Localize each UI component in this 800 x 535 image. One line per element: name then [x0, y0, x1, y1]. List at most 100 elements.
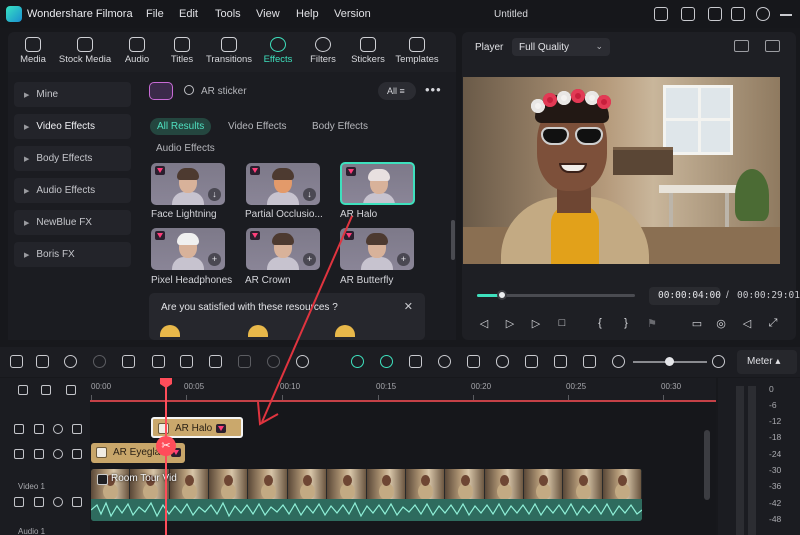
camera-icon[interactable]: ◎ — [714, 317, 728, 330]
video-preview[interactable] — [463, 77, 780, 264]
more-options-icon[interactable]: ••• — [425, 82, 442, 97]
tab-templates[interactable]: Templates — [391, 32, 443, 72]
filter-dropdown[interactable]: All ≡ — [378, 82, 416, 100]
zoom-in-icon[interactable] — [712, 355, 725, 368]
fullscreen-icon[interactable]: ⤢ — [766, 317, 780, 330]
render-icon[interactable] — [409, 355, 422, 368]
menu-view[interactable]: View — [256, 8, 280, 20]
mark-in-icon[interactable]: { — [593, 317, 607, 329]
effect-toggle-icon[interactable] — [72, 497, 82, 507]
eye-icon[interactable] — [53, 424, 63, 434]
account-icon[interactable] — [681, 7, 695, 21]
add-icon[interactable]: + — [397, 253, 410, 266]
close-icon[interactable]: ✕ — [404, 300, 413, 313]
current-time[interactable]: 00:00:04:00 — [649, 287, 721, 305]
magnet-icon[interactable] — [41, 385, 51, 395]
effect-card-ar-halo[interactable] — [340, 162, 415, 205]
timeline-scrollbar[interactable] — [704, 430, 710, 500]
next-frame-icon[interactable]: ▷ — [503, 317, 517, 330]
track-manage-icon[interactable] — [66, 385, 76, 395]
effect-card-face-lightning[interactable]: ↓ — [151, 163, 225, 205]
text-tool-icon[interactable] — [180, 355, 193, 368]
effect-toggle-icon[interactable] — [72, 449, 82, 459]
stop-icon[interactable]: □ — [555, 317, 569, 329]
menu-version[interactable]: Version — [334, 8, 371, 20]
volume-icon[interactable] — [34, 497, 44, 507]
category-audio-effects[interactable]: ▶ Audio Effects — [14, 178, 131, 203]
emoji-rating-icon[interactable] — [248, 325, 268, 337]
effect-card-ar-crown[interactable]: + — [246, 228, 320, 270]
replace-icon[interactable] — [554, 355, 567, 368]
ai-search-icon[interactable] — [149, 82, 173, 100]
layout-icon[interactable] — [708, 7, 722, 21]
search-input[interactable]: AR sticker — [201, 86, 247, 97]
effect-card-ar-butterfly[interactable]: + — [340, 228, 414, 270]
tab-transitions[interactable]: Transitions — [204, 32, 254, 72]
resource-scrollbar[interactable] — [451, 220, 455, 260]
crop-icon[interactable] — [209, 355, 222, 368]
marker-icon[interactable]: ⚑ — [645, 317, 659, 330]
playhead-line[interactable] — [165, 384, 167, 535]
send-icon[interactable] — [654, 7, 668, 21]
lock-icon[interactable] — [14, 424, 24, 434]
snap-icon[interactable] — [380, 355, 393, 368]
save-icon[interactable] — [731, 7, 745, 21]
audio-mix-icon[interactable] — [525, 355, 538, 368]
effect-toggle-icon[interactable] — [72, 424, 82, 434]
tab-all-results[interactable]: All Results — [150, 118, 212, 135]
category-video-effects[interactable]: ▶ Video Effects — [14, 114, 131, 139]
split-icon[interactable] — [152, 355, 165, 368]
snapshot-view-icon[interactable] — [765, 40, 780, 52]
menu-tools[interactable]: Tools — [215, 8, 241, 20]
color-icon[interactable] — [267, 355, 280, 368]
mark-out-icon[interactable]: } — [619, 317, 633, 329]
tab-audio[interactable]: Audio — [113, 32, 161, 72]
effect-card-pixel-headphones[interactable]: + — [151, 228, 225, 270]
add-icon[interactable]: + — [208, 253, 221, 266]
playback-progress-knob[interactable] — [497, 290, 507, 300]
meter-toggle[interactable]: Meter ▴ — [737, 350, 797, 374]
menu-file[interactable]: File — [146, 8, 164, 20]
delete-icon[interactable] — [122, 355, 135, 368]
emoji-rating-icon[interactable] — [335, 325, 355, 337]
category-boris-fx[interactable]: ▶ Boris FX — [14, 242, 131, 267]
link-icon[interactable] — [18, 385, 28, 395]
shield-icon[interactable] — [467, 355, 480, 368]
menu-help[interactable]: Help — [296, 8, 319, 20]
fit-icon[interactable] — [583, 355, 596, 368]
monitor-icon[interactable]: ▭ — [690, 317, 704, 330]
tab-body-effects[interactable]: Body Effects — [312, 121, 368, 132]
auto-highlight-icon[interactable] — [351, 355, 364, 368]
select-tool-icon[interactable] — [36, 355, 49, 368]
volume-icon[interactable] — [34, 424, 44, 434]
tab-titles[interactable]: Titles — [158, 32, 206, 72]
motion-track-icon[interactable] — [438, 355, 451, 368]
grid-view-icon[interactable] — [734, 40, 749, 52]
scissors-icon[interactable]: ✂ — [156, 436, 176, 456]
category-newblue-fx[interactable]: ▶ NewBlue FX — [14, 210, 131, 235]
tab-audio-effects[interactable]: Audio Effects — [156, 143, 215, 154]
effect-card-partial-occlusion[interactable]: ↓ — [246, 163, 320, 205]
category-body-effects[interactable]: ▶ Body Effects — [14, 146, 131, 171]
volume-icon[interactable] — [34, 449, 44, 459]
eye-icon[interactable] — [53, 497, 63, 507]
microphone-icon[interactable] — [496, 355, 509, 368]
cloud-icon[interactable] — [756, 7, 770, 21]
previous-frame-icon[interactable]: ◁ — [477, 317, 491, 330]
menu-edit[interactable]: Edit — [179, 8, 198, 20]
volume-icon[interactable]: ◁ — [740, 317, 754, 330]
zoom-slider-knob[interactable] — [665, 357, 674, 366]
clip-video[interactable]: Room Tour Vid — [91, 469, 642, 521]
quality-dropdown[interactable]: Full Quality ⌄ — [512, 38, 610, 56]
tab-media[interactable]: Media — [9, 32, 57, 72]
tab-stock-media[interactable]: Stock Media — [57, 32, 113, 72]
download-icon[interactable]: ↓ — [303, 188, 316, 201]
ai-tool-icon[interactable] — [296, 355, 309, 368]
lock-icon[interactable] — [14, 497, 24, 507]
download-icon[interactable]: ↓ — [208, 188, 221, 201]
minimize-icon[interactable] — [780, 14, 792, 16]
tab-effects[interactable]: Effects — [254, 32, 302, 72]
emoji-rating-icon[interactable] — [160, 325, 180, 337]
redo-icon[interactable] — [93, 355, 106, 368]
tab-filters[interactable]: Filters — [299, 32, 347, 72]
